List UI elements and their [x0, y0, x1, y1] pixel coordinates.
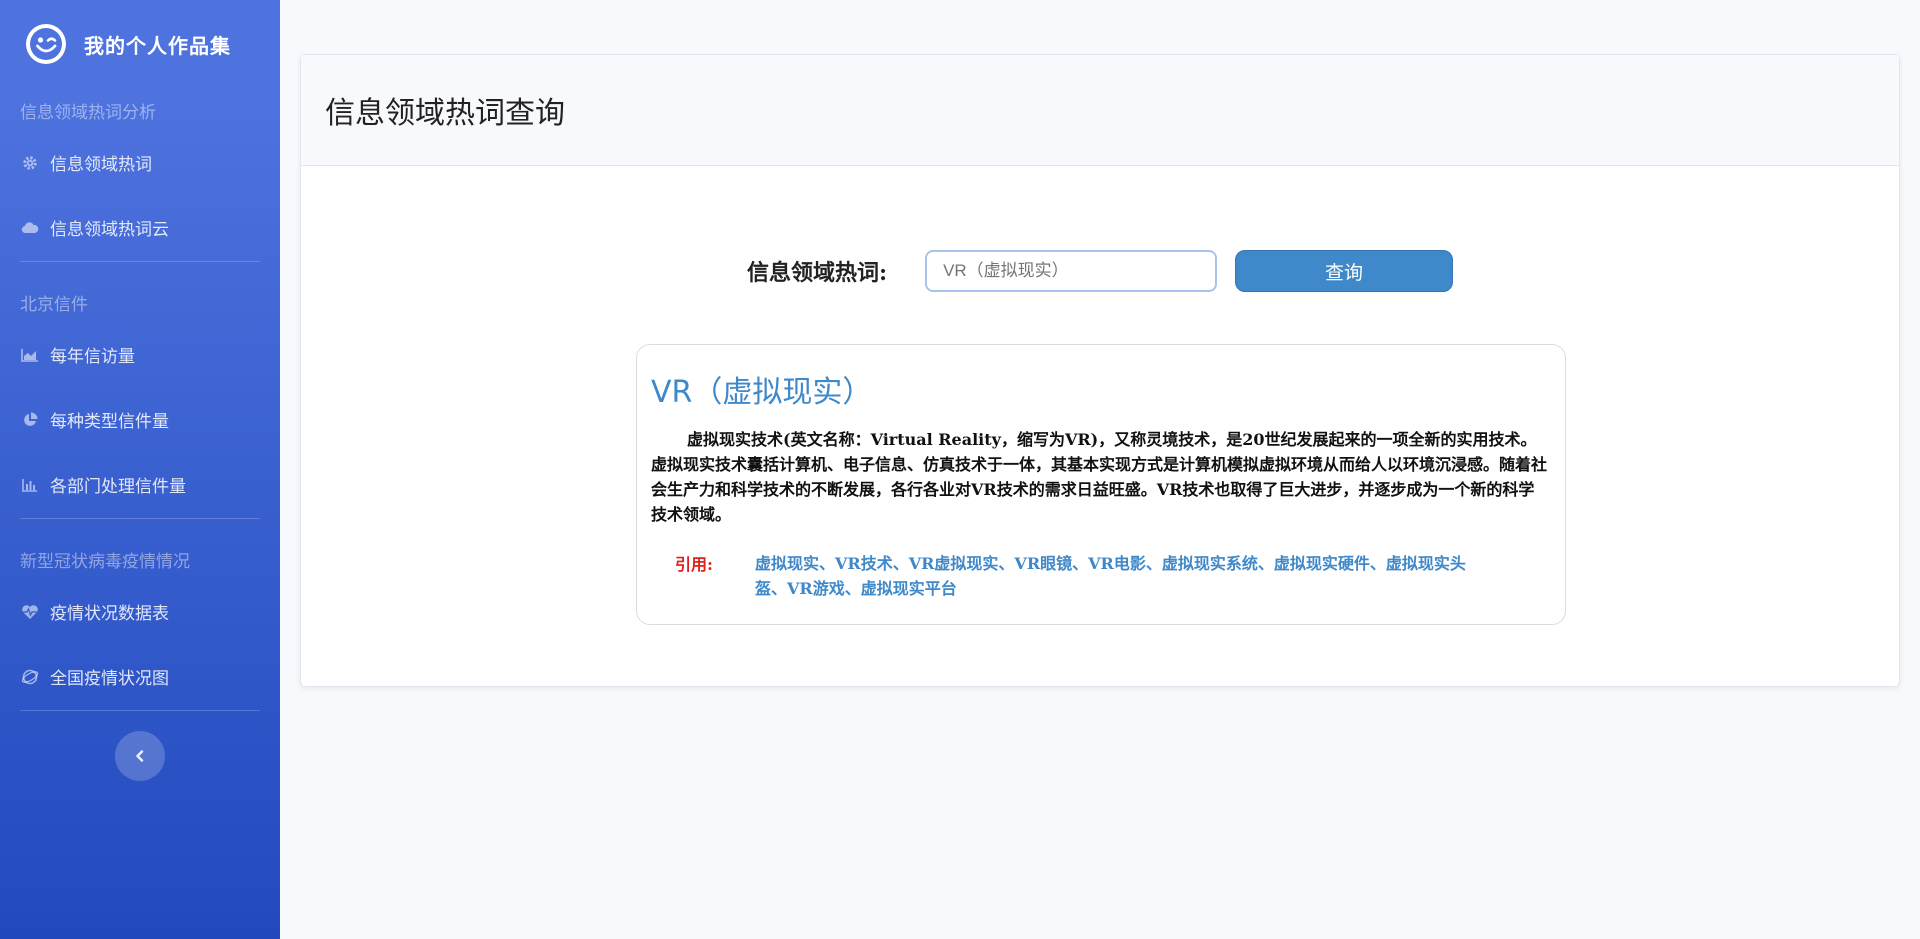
query-label: 信息领域热词:	[746, 260, 888, 286]
sidebar-item-hotwords[interactable]: 信息领域热词	[0, 130, 280, 195]
sidebar-item-label: 信息领域热词	[50, 155, 152, 175]
card-header: 信息领域热词查询	[301, 55, 1899, 166]
sidebar-item-hotword-cloud[interactable]: 信息领域热词云	[0, 195, 280, 260]
main-card: 信息领域热词查询 信息领域热词: 查询 VR（虚拟现实） 虚拟现实技术(英文名称…	[300, 54, 1900, 687]
citation-label: 引用:	[675, 555, 713, 574]
sidebar-toggle-wrap	[0, 711, 280, 781]
hotword-search-input[interactable]	[925, 250, 1218, 292]
citation-row: 引用: 虚拟现实、VR技术、VR虚拟现实、VR眼镜、VR电影、虚拟现实系统、虚拟…	[651, 551, 1551, 601]
sidebar-item-department-letters[interactable]: 各部门处理信件量	[0, 452, 280, 517]
heartbeat-icon	[20, 602, 40, 622]
pie-chart-icon	[20, 410, 40, 430]
section-heading-beijing-letters: 北京信件	[20, 294, 88, 315]
sidebar-toggle-button[interactable]	[115, 731, 165, 781]
globe-icon	[20, 667, 40, 687]
sidebar-item-epidemic-map[interactable]: 全国疫情状况图	[0, 644, 280, 709]
bar-chart-icon	[20, 475, 40, 495]
sidebar-divider	[20, 518, 260, 519]
brand-title: 我的个人作品集	[84, 33, 231, 58]
section-heading-hotwords: 信息领域热词分析	[20, 102, 156, 123]
query-form: 信息领域热词: 查询	[301, 250, 1899, 292]
smile-wink-icon	[26, 24, 66, 64]
area-chart-icon	[20, 345, 40, 365]
page-title: 信息领域热词查询	[325, 96, 565, 131]
sidebar-item-label: 疫情状况数据表	[50, 604, 169, 624]
section-heading-covid: 新型冠状病毒疫情情况	[20, 551, 190, 572]
gear-icon	[20, 153, 40, 173]
sidebar-item-label: 全国疫情状况图	[50, 669, 169, 689]
sidebar-item-label: 每年信访量	[50, 347, 135, 367]
sidebar-divider	[20, 261, 260, 262]
sidebar-item-epidemic-table[interactable]: 疫情状况数据表	[0, 579, 280, 644]
sidebar-item-label: 各部门处理信件量	[50, 477, 186, 497]
chevron-left-icon	[135, 747, 145, 766]
result-description: 虚拟现实技术(英文名称：Virtual Reality，缩写为VR)，又称灵境技…	[651, 430, 1548, 524]
citation-text[interactable]: 虚拟现实、VR技术、VR虚拟现实、VR眼镜、VR电影、虚拟现实系统、虚拟现实硬件…	[755, 551, 1475, 601]
sidebar: 我的个人作品集 信息领域热词分析 信息领域热词 信息领域热词云 北京信件 每年信…	[0, 0, 280, 939]
sidebar-item-label: 信息领域热词云	[50, 220, 169, 240]
sidebar-item-label: 每种类型信件量	[50, 412, 169, 432]
brand[interactable]: 我的个人作品集	[0, 0, 280, 88]
result-panel: VR（虚拟现实） 虚拟现实技术(英文名称：Virtual Reality，缩写为…	[636, 344, 1566, 625]
sidebar-item-letter-types[interactable]: 每种类型信件量	[0, 387, 280, 452]
query-button[interactable]: 查询	[1235, 250, 1454, 292]
sidebar-item-yearly-visits[interactable]: 每年信访量	[0, 322, 280, 387]
cloud-icon	[20, 218, 40, 238]
result-title: VR（虚拟现实）	[651, 375, 873, 410]
